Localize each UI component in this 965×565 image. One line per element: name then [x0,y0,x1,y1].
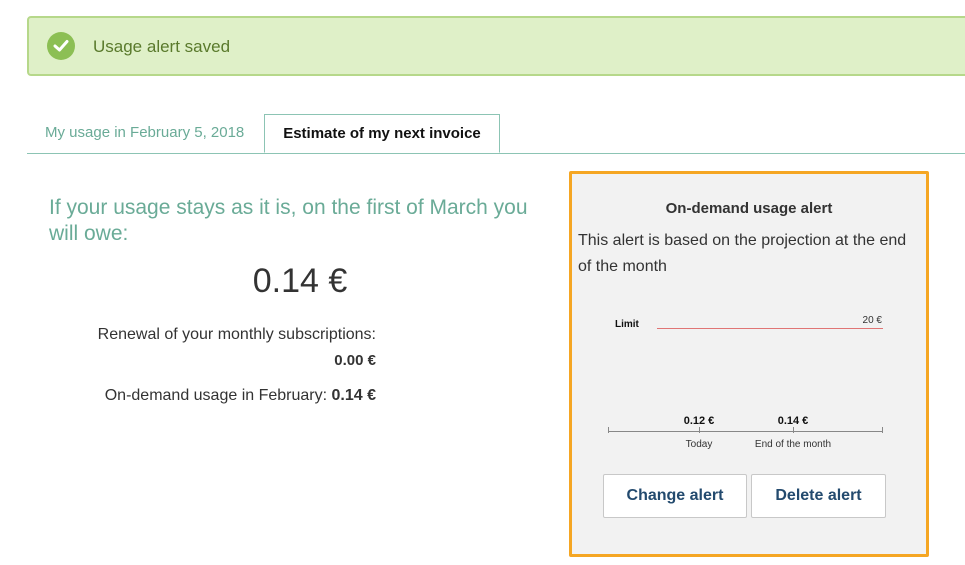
delete-alert-button[interactable]: Delete alert [751,474,886,518]
tab-my-usage[interactable]: My usage in February 5, 2018 [45,124,244,141]
limit-value: 20 € [862,315,882,326]
end-of-month-value: 0.14 € [777,415,809,427]
axis-start-tick [608,427,609,433]
tab-estimate-label: Estimate of my next invoice [283,125,481,142]
change-alert-button[interactable]: Change alert [603,474,747,518]
timeline-axis [608,431,883,432]
success-banner: Usage alert saved [27,16,965,76]
check-icon [47,32,75,60]
renewal-value: 0.00 € [334,352,376,369]
limit-line [657,328,883,329]
estimate-headline: If your usage stays as it is, on the fir… [49,196,528,245]
tab-estimate-next-invoice[interactable]: Estimate of my next invoice [264,114,500,153]
today-value: 0.12 € [683,415,715,427]
ondemand-label: On-demand usage in February: [104,387,328,404]
limit-label: Limit [615,319,639,330]
end-of-month-tick [793,427,794,433]
usage-alert-panel: On-demand usage alert This alert is base… [569,171,929,557]
axis-end-tick [882,427,883,433]
ondemand-line: On-demand usage in February: 0.14 € [40,387,376,405]
today-tick [699,427,700,433]
ondemand-value: 0.14 € [331,387,376,404]
banner-message: Usage alert saved [93,37,231,56]
renewal-label: Renewal of your monthly subscriptions: [97,326,376,343]
panel-title: On-demand usage alert [665,200,833,217]
invoice-tabs: My usage in February 5, 2018 Estimate of… [27,114,965,154]
end-of-month-caption: End of the month [754,439,832,450]
panel-description: This alert is based on the projection at… [578,232,907,275]
estimate-total: 0.14 € [252,262,348,300]
